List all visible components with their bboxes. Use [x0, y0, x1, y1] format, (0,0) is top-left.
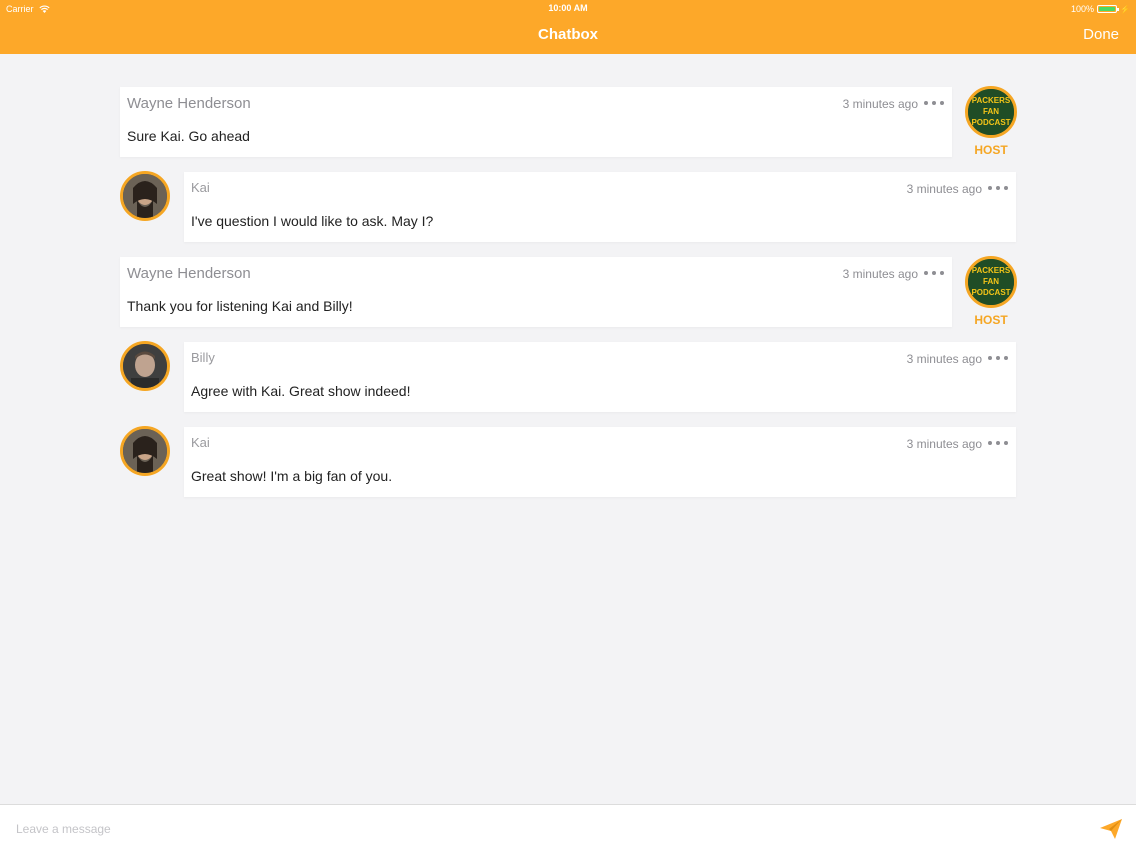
message-composer	[0, 804, 1136, 852]
svg-text:PODCAST: PODCAST	[971, 118, 1010, 127]
done-button[interactable]: Done	[1083, 26, 1119, 43]
message-author: Wayne Henderson	[127, 265, 251, 282]
svg-text:FAN: FAN	[983, 277, 999, 286]
message-card: Kai 3 minutes ago I've question I would …	[184, 172, 1016, 242]
host-badge: HOST	[974, 313, 1008, 327]
message-text: Great show! I'm a big fan of you.	[191, 468, 393, 484]
message-input[interactable]	[16, 818, 1076, 840]
status-bar-right: 100% ⚡	[1071, 3, 1130, 15]
more-options-button[interactable]	[988, 435, 1008, 451]
message-time: 3 minutes ago	[906, 352, 982, 366]
svg-text:PACKERS: PACKERS	[972, 96, 1011, 105]
more-options-button[interactable]	[988, 350, 1008, 366]
avatar[interactable]	[120, 426, 170, 476]
page-title: Chatbox	[538, 26, 598, 43]
host-avatar[interactable]: PACKERS FAN PODCAST	[965, 86, 1017, 138]
message-time: 3 minutes ago	[906, 437, 982, 451]
battery-level	[1099, 7, 1116, 11]
host-avatar[interactable]: PACKERS FAN PODCAST	[965, 256, 1017, 308]
message-author: Kai	[191, 435, 210, 450]
avatar[interactable]	[120, 341, 170, 391]
navigation-bar: Carrier 10:00 AM 100% ⚡ Chatbox Done	[0, 0, 1136, 54]
message-card: Kai 3 minutes ago Great show! I'm a big …	[184, 427, 1016, 497]
message-card: Wayne Henderson 3 minutes ago Sure Kai. …	[120, 87, 952, 157]
svg-text:PODCAST: PODCAST	[971, 288, 1010, 297]
more-options-button[interactable]	[988, 180, 1008, 196]
message-author: Kai	[191, 180, 210, 195]
kai-photo	[123, 429, 167, 473]
message-time: 3 minutes ago	[842, 97, 918, 111]
message-card: Wayne Henderson 3 minutes ago Thank you …	[120, 257, 952, 327]
message-author: Wayne Henderson	[127, 95, 251, 112]
charging-icon: ⚡	[1120, 4, 1130, 14]
avatar[interactable]	[120, 171, 170, 221]
svg-text:PACKERS: PACKERS	[972, 266, 1011, 275]
message-card: Billy 3 minutes ago Agree with Kai. Grea…	[184, 342, 1016, 412]
kai-photo	[123, 174, 167, 218]
message-text: Agree with Kai. Great show indeed!	[191, 383, 411, 399]
message-text: Sure Kai. Go ahead	[127, 128, 250, 144]
more-options-button[interactable]	[924, 265, 944, 281]
message-text: I've question I would like to ask. May I…	[191, 213, 434, 229]
packers-podcast-logo: PACKERS FAN PODCAST	[968, 89, 1014, 135]
packers-podcast-logo: PACKERS FAN PODCAST	[968, 259, 1014, 305]
message-time: 3 minutes ago	[906, 182, 982, 196]
message-author: Billy	[191, 350, 215, 365]
message-time: 3 minutes ago	[842, 267, 918, 281]
host-badge: HOST	[974, 143, 1008, 157]
status-time: 10:00 AM	[548, 3, 588, 13]
battery-percent: 100%	[1071, 4, 1095, 14]
svg-text:FAN: FAN	[983, 107, 999, 116]
billy-photo	[123, 344, 167, 388]
message-text: Thank you for listening Kai and Billy!	[127, 298, 353, 314]
more-options-button[interactable]	[924, 95, 944, 111]
paper-plane-icon[interactable]	[1100, 819, 1122, 839]
battery-icon	[1097, 5, 1120, 13]
